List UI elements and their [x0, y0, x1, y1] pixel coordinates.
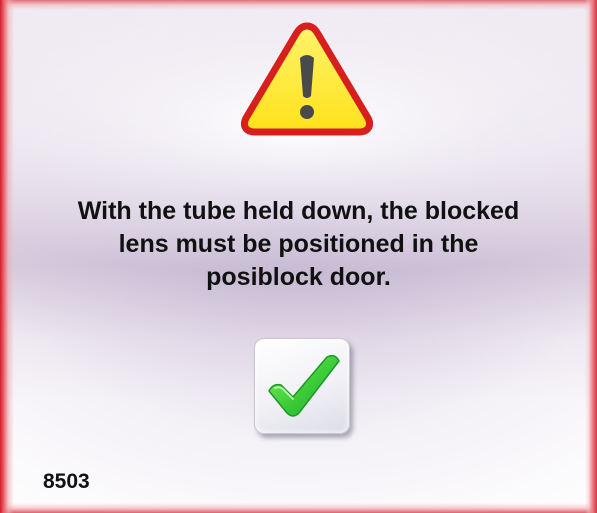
message-code: 8503 — [43, 470, 90, 493]
confirm-button[interactable] — [254, 338, 350, 434]
checkmark-icon — [265, 351, 341, 421]
warning-triangle-icon — [240, 20, 374, 138]
dialog-edge-top — [0, 0, 597, 10]
dialog-edge-bottom — [0, 503, 597, 513]
warning-dialog: With the tube held down, the blocked len… — [0, 0, 597, 513]
dialog-edge-left — [0, 0, 14, 513]
dialog-edge-right — [585, 0, 597, 513]
warning-message: With the tube held down, the blocked len… — [77, 197, 520, 291]
